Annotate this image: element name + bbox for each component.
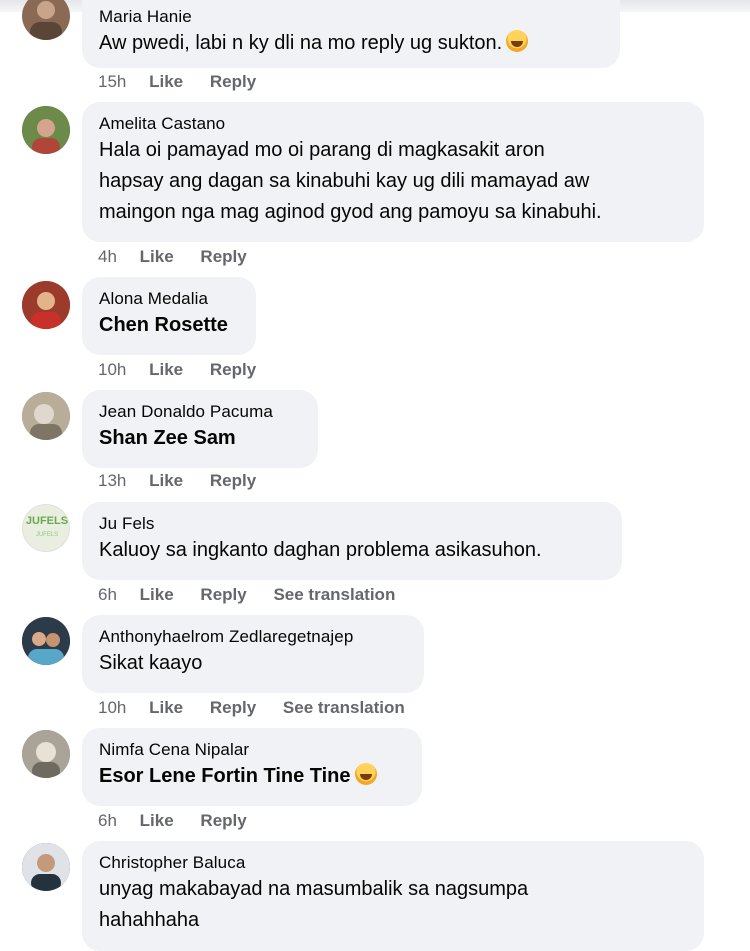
avatar-photo-icon bbox=[22, 281, 70, 329]
comment-timestamp[interactable]: 4h bbox=[98, 247, 117, 266]
svg-text:JUFELS: JUFELS bbox=[36, 532, 58, 538]
comment-timestamp[interactable]: 10h bbox=[98, 360, 126, 379]
comment-timestamp[interactable]: 15h bbox=[98, 72, 126, 91]
comment-author[interactable]: Maria Hanie bbox=[99, 6, 602, 28]
avatar[interactable] bbox=[22, 392, 70, 440]
reply-button[interactable]: Reply bbox=[210, 471, 256, 490]
comment-actions: 6h Like Reply See translation bbox=[98, 584, 417, 606]
avatar-photo-icon bbox=[22, 106, 70, 154]
comment-actions: 10h Like Reply See translation bbox=[98, 697, 427, 719]
comment-text-line: Hala oi pamayad mo oi parang di magkasak… bbox=[99, 139, 545, 161]
avatar-photo-icon bbox=[22, 730, 70, 778]
avatar-photo-icon: JUFELS JUFELS bbox=[26, 515, 68, 538]
reply-button[interactable]: Reply bbox=[200, 585, 246, 604]
comment-author[interactable]: Ju Fels bbox=[99, 513, 604, 535]
like-button[interactable]: Like bbox=[140, 811, 174, 830]
comment-text-line: hahahhaha bbox=[99, 909, 200, 931]
comment-text-content: Aw pwedi, labi n ky dli na mo reply ug s… bbox=[99, 32, 503, 54]
avatar[interactable] bbox=[22, 281, 70, 329]
avatar[interactable] bbox=[22, 617, 70, 665]
comment-text: Aw pwedi, labi n ky dli na mo reply ug s… bbox=[99, 28, 602, 59]
comment-bubble: Amelita Castano Hala oi pamayad mo oi pa… bbox=[82, 102, 704, 242]
comment-actions: 4h Like Reply bbox=[98, 246, 269, 268]
comment-author[interactable]: Alona Medalia bbox=[99, 288, 238, 310]
comment-bubble: Nimfa Cena Nipalar Esor Lene Fortin Tine… bbox=[82, 728, 422, 806]
avatar[interactable] bbox=[22, 106, 70, 154]
like-button[interactable]: Like bbox=[149, 698, 183, 717]
comment-author[interactable]: Jean Donaldo Pacuma bbox=[99, 401, 300, 423]
comment-text: Kaluoy sa ingkanto daghan problema asika… bbox=[99, 539, 542, 561]
avatar-photo-icon bbox=[22, 843, 70, 891]
avatar-photo-icon bbox=[22, 392, 70, 440]
comment-text-line: maingon nga mag aginod gyod ang pamoyu s… bbox=[99, 201, 602, 223]
like-button[interactable]: Like bbox=[140, 585, 174, 604]
comment-timestamp[interactable]: 6h bbox=[98, 585, 117, 604]
reply-button[interactable]: Reply bbox=[200, 811, 246, 830]
comment-text: Sikat kaayo bbox=[99, 652, 203, 674]
tagged-user-mention[interactable]: Shan Zee Sam bbox=[99, 423, 300, 454]
comment-actions: 15h Like Reply bbox=[98, 71, 278, 93]
comment-text-line: unyag makabayad na masumbalik sa nagsump… bbox=[99, 878, 529, 900]
see-translation-link[interactable]: See translation bbox=[283, 698, 405, 717]
comment-timestamp[interactable]: 10h bbox=[98, 698, 126, 717]
like-button[interactable]: Like bbox=[149, 72, 183, 91]
reply-button[interactable]: Reply bbox=[200, 247, 246, 266]
comment-actions: 13h Like Reply bbox=[98, 470, 278, 492]
rolling-on-floor-laughing-emoji-icon bbox=[506, 30, 529, 52]
reply-button[interactable]: Reply bbox=[210, 72, 256, 91]
comment-bubble: Christopher Baluca unyag makabayad na ma… bbox=[82, 841, 704, 951]
comment-bubble: Jean Donaldo Pacuma Shan Zee Sam bbox=[82, 390, 318, 468]
see-translation-link[interactable]: See translation bbox=[273, 585, 395, 604]
like-button[interactable]: Like bbox=[140, 247, 174, 266]
comment-bubble: Maria Hanie Aw pwedi, labi n ky dli na m… bbox=[82, 0, 620, 68]
like-button[interactable]: Like bbox=[149, 471, 183, 490]
avatar-photo-icon bbox=[22, 617, 70, 665]
tagged-user-mention[interactable]: Chen Rosette bbox=[99, 310, 238, 341]
avatar[interactable] bbox=[22, 843, 70, 891]
comment-bubble: Anthonyhaelrom Zedlaregetnajep Sikat kaa… bbox=[82, 615, 424, 693]
like-button[interactable]: Like bbox=[149, 360, 183, 379]
comment-timestamp[interactable]: 13h bbox=[98, 471, 126, 490]
comment-author[interactable]: Anthonyhaelrom Zedlaregetnajep bbox=[99, 626, 406, 648]
comment-bubble: Ju Fels Kaluoy sa ingkanto daghan proble… bbox=[82, 502, 622, 580]
svg-text:JUFELS: JUFELS bbox=[26, 515, 68, 527]
comment-text: Esor Lene Fortin Tine Tine bbox=[99, 761, 404, 792]
comment-bubble: Alona Medalia Chen Rosette bbox=[82, 277, 256, 355]
avatar[interactable]: JUFELS JUFELS bbox=[22, 504, 70, 552]
comment-text-line: hapsay ang dagan sa kinabuhi kay ug dili… bbox=[99, 170, 590, 192]
avatar[interactable] bbox=[22, 730, 70, 778]
avatar[interactable] bbox=[22, 0, 70, 40]
rolling-on-floor-laughing-emoji-icon bbox=[354, 763, 377, 785]
comment-actions: 10h Like Reply bbox=[98, 359, 278, 381]
comment-author[interactable]: Amelita Castano bbox=[99, 113, 686, 135]
tagged-user-mention[interactable]: Esor Lene Fortin Tine Tine bbox=[99, 765, 351, 787]
avatar-photo-icon bbox=[30, 1, 62, 40]
reply-button[interactable]: Reply bbox=[210, 698, 256, 717]
comment-author[interactable]: Nimfa Cena Nipalar bbox=[99, 739, 404, 761]
comment-author[interactable]: Christopher Baluca bbox=[99, 852, 686, 874]
comment-timestamp[interactable]: 6h bbox=[98, 811, 117, 830]
comment-actions: 6h Like Reply bbox=[98, 810, 269, 832]
reply-button[interactable]: Reply bbox=[210, 360, 256, 379]
